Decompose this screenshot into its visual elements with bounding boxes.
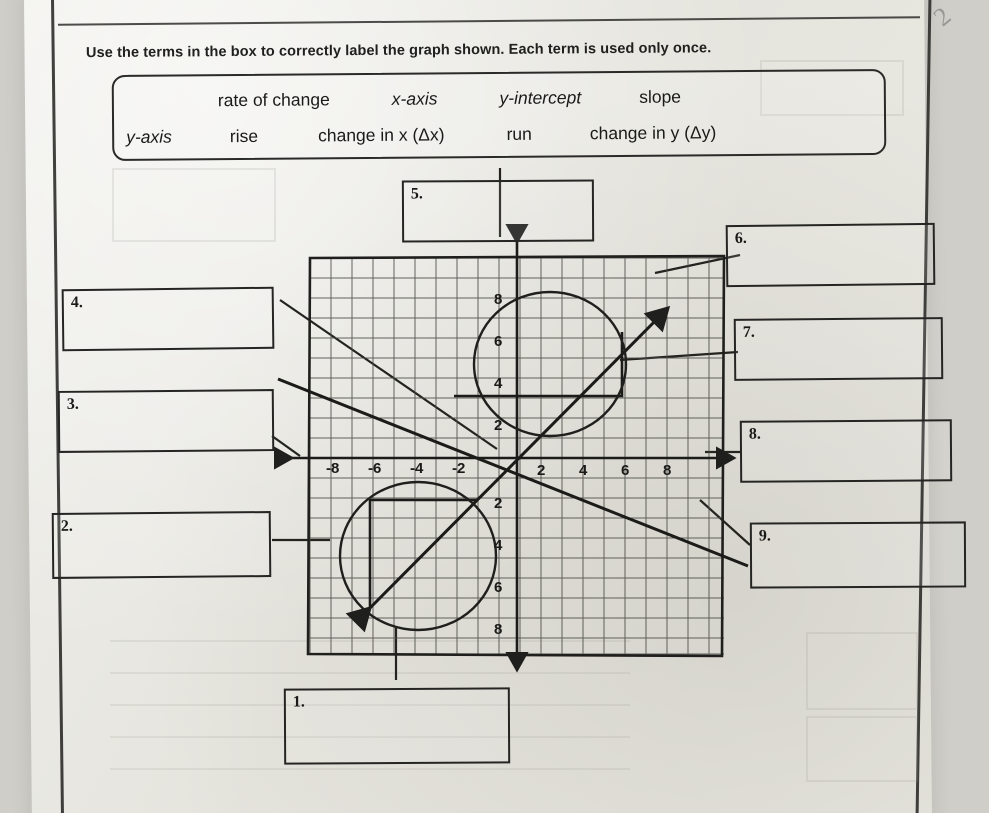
answer-box-1-number: 1.: [292, 693, 305, 711]
word-bank-term-rise[interactable]: rise: [230, 125, 258, 146]
answer-box-6-number: 6.: [734, 229, 747, 248]
answer-box-7-number: 7.: [742, 323, 755, 341]
word-bank: rate of change x-axis y-intercept slope …: [111, 68, 887, 162]
answer-box-2[interactable]: 2.: [51, 511, 272, 579]
answer-box-5[interactable]: 5.: [401, 179, 595, 243]
answer-box-8-number: 8.: [748, 425, 761, 443]
y-tick--2: 2: [494, 495, 502, 512]
answer-box-9-number: 9.: [758, 527, 771, 545]
x-tick--2: -2: [452, 460, 465, 477]
worksheet-page: 2 Use the terms in the box to correctly …: [0, 0, 989, 813]
graph-svg: -8 -6 -4 -2 2 4 6 8 8 6 4 2 2 4 6 8: [273, 223, 749, 673]
word-bank-term-x-axis[interactable]: x-axis: [392, 88, 438, 109]
word-bank-term-y-axis[interactable]: y-axis: [126, 126, 172, 147]
answer-box-7[interactable]: 7.: [733, 317, 944, 381]
y-tick--8: 8: [494, 621, 502, 638]
handwritten-mark: 2: [927, 1, 957, 32]
answer-box-9[interactable]: 9.: [749, 521, 967, 589]
word-bank-row-2: y-axis rise change in x (Δx) run change …: [114, 114, 884, 154]
word-bank-row-1: rate of change x-axis y-intercept slope: [114, 78, 884, 118]
word-bank-term-rate-of-change[interactable]: rate of change: [218, 89, 330, 111]
answer-box-6[interactable]: 6.: [725, 222, 936, 288]
x-tick-4: 4: [579, 462, 588, 479]
answer-box-5-number: 5.: [410, 185, 423, 203]
answer-box-1[interactable]: 1.: [283, 687, 511, 765]
y-tick-6: 6: [494, 333, 502, 350]
y-tick--6: 6: [494, 579, 502, 596]
y-tick-2: 2: [494, 417, 502, 434]
upper-highlight-circle: [472, 290, 628, 438]
upper-slope-step: [454, 332, 624, 398]
x-tick-8: 8: [663, 462, 671, 479]
y-tick-4: 4: [494, 375, 503, 392]
answer-box-3[interactable]: 3.: [57, 389, 275, 453]
answer-box-3-number: 3.: [66, 395, 79, 413]
word-bank-term-slope[interactable]: slope: [639, 86, 681, 107]
answer-box-8[interactable]: 8.: [739, 419, 953, 483]
x-tick-6: 6: [621, 462, 629, 479]
y-tick--4: 4: [494, 537, 503, 554]
word-bank-term-run[interactable]: run: [506, 123, 531, 144]
x-tick--6: -6: [368, 460, 381, 477]
y-tick-8: 8: [494, 291, 502, 308]
answer-box-4-number: 4.: [70, 294, 83, 312]
x-tick-2: 2: [537, 462, 545, 479]
word-bank-term-y-intercept[interactable]: y-intercept: [499, 87, 581, 109]
word-bank-term-change-in-x[interactable]: change in x (Δx): [318, 124, 445, 146]
answer-box-4[interactable]: 4.: [61, 286, 275, 352]
lower-highlight-circle: [338, 480, 498, 632]
x-tick--8: -8: [326, 460, 339, 477]
x-tick--4: -4: [410, 460, 424, 477]
word-bank-term-change-in-y[interactable]: change in y (Δy): [590, 122, 717, 144]
coordinate-graph: -8 -6 -4 -2 2 4 6 8 8 6 4 2 2 4 6 8: [273, 223, 749, 676]
answer-box-2-number: 2.: [60, 517, 73, 535]
